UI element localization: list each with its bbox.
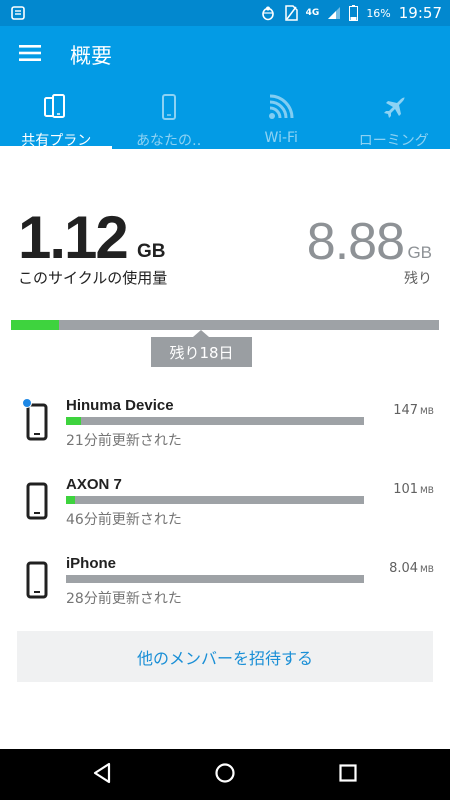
days-left-badge: 残り18日 xyxy=(151,337,252,367)
device-usage-unit: MB xyxy=(420,407,434,417)
status-bar: 4G 16% 19:57 xyxy=(0,0,450,26)
device-usage-value: 101 xyxy=(393,482,419,497)
phone-icon xyxy=(26,482,48,524)
battery-percent: 16% xyxy=(366,6,391,20)
back-icon xyxy=(92,762,112,788)
phone-icon xyxy=(22,398,48,445)
tab-roaming[interactable]: ローミング xyxy=(338,84,450,149)
no-sim-icon xyxy=(284,5,298,21)
cycle-usage-fill xyxy=(11,320,59,330)
home-button[interactable] xyxy=(195,749,255,800)
bug-icon xyxy=(260,5,276,21)
device-usage: 101 MB xyxy=(393,482,434,497)
notification-icon xyxy=(10,5,26,21)
clock: 19:57 xyxy=(398,4,442,22)
used-amount: 1.12 xyxy=(18,204,129,271)
device-usage: 147 MB xyxy=(393,403,434,418)
tab-bar: 共有プラン あなたの‥ Wi-Fi ローミング xyxy=(0,84,450,149)
device-usage-fill xyxy=(66,496,75,504)
cycle-marker-arrow xyxy=(193,330,209,337)
signal-icon xyxy=(327,6,341,20)
device-usage-bar xyxy=(66,496,364,504)
tab-label: Wi-Fi xyxy=(264,130,298,146)
airplane-icon xyxy=(381,94,407,124)
back-button[interactable] xyxy=(72,749,132,800)
device-usage-bar xyxy=(66,575,364,583)
invite-members-button[interactable]: 他のメンバーを招待する xyxy=(17,631,433,682)
phone-icon xyxy=(26,561,48,603)
used-caption: このサイクルの使用量 xyxy=(18,269,168,287)
remaining-amount: 8.88 xyxy=(306,213,405,271)
tab-label: あなたの‥ xyxy=(136,133,202,149)
device-updated: 46分前更新された xyxy=(66,512,182,528)
device-usage-value: 8.04 xyxy=(389,561,419,576)
tab-shared-plan[interactable]: 共有プラン xyxy=(0,84,113,149)
tab-yours[interactable]: あなたの‥ xyxy=(113,84,226,149)
device-name: Hinuma Device xyxy=(66,397,174,414)
device-usage-fill xyxy=(66,417,81,425)
phone-icon xyxy=(161,94,177,124)
settings-badge-icon xyxy=(22,398,32,408)
wifi-icon xyxy=(268,94,294,124)
device-row[interactable]: iPhone 8.04 MB 28分前更新された xyxy=(0,555,450,625)
device-name: iPhone xyxy=(66,555,117,572)
home-icon xyxy=(214,762,236,788)
network-type: 4G xyxy=(305,7,320,18)
device-usage-bar xyxy=(66,417,364,425)
used-unit: GB xyxy=(137,241,166,262)
device-row[interactable]: Hinuma Device 147 MB 21分前更新された xyxy=(0,397,450,467)
cycle-usage-bar xyxy=(11,320,439,330)
device-usage-unit: MB xyxy=(420,565,434,575)
tab-label: ローミング xyxy=(358,133,429,149)
battery-icon xyxy=(349,5,359,21)
device-name: AXON 7 xyxy=(66,476,122,493)
page-title: 概要 xyxy=(70,44,112,68)
tab-wifi[interactable]: Wi-Fi xyxy=(225,84,338,149)
remaining-unit: GB xyxy=(407,243,432,262)
device-row[interactable]: AXON 7 101 MB 46分前更新された xyxy=(0,476,450,546)
device-usage: 8.04 MB xyxy=(389,561,434,576)
menu-button[interactable] xyxy=(0,26,60,84)
device-usage-value: 147 xyxy=(393,403,419,418)
system-nav-bar xyxy=(0,749,450,800)
remaining-caption: 残り xyxy=(404,271,432,287)
device-usage-unit: MB xyxy=(420,486,434,496)
hamburger-menu-icon xyxy=(19,44,41,66)
recents-icon xyxy=(338,763,358,787)
app-bar: 概要 xyxy=(0,26,450,84)
shared-devices-icon xyxy=(44,94,68,124)
device-updated: 21分前更新された xyxy=(66,433,182,449)
recents-button[interactable] xyxy=(318,749,378,800)
device-updated: 28分前更新された xyxy=(66,591,182,607)
tab-label: 共有プラン xyxy=(21,133,92,149)
